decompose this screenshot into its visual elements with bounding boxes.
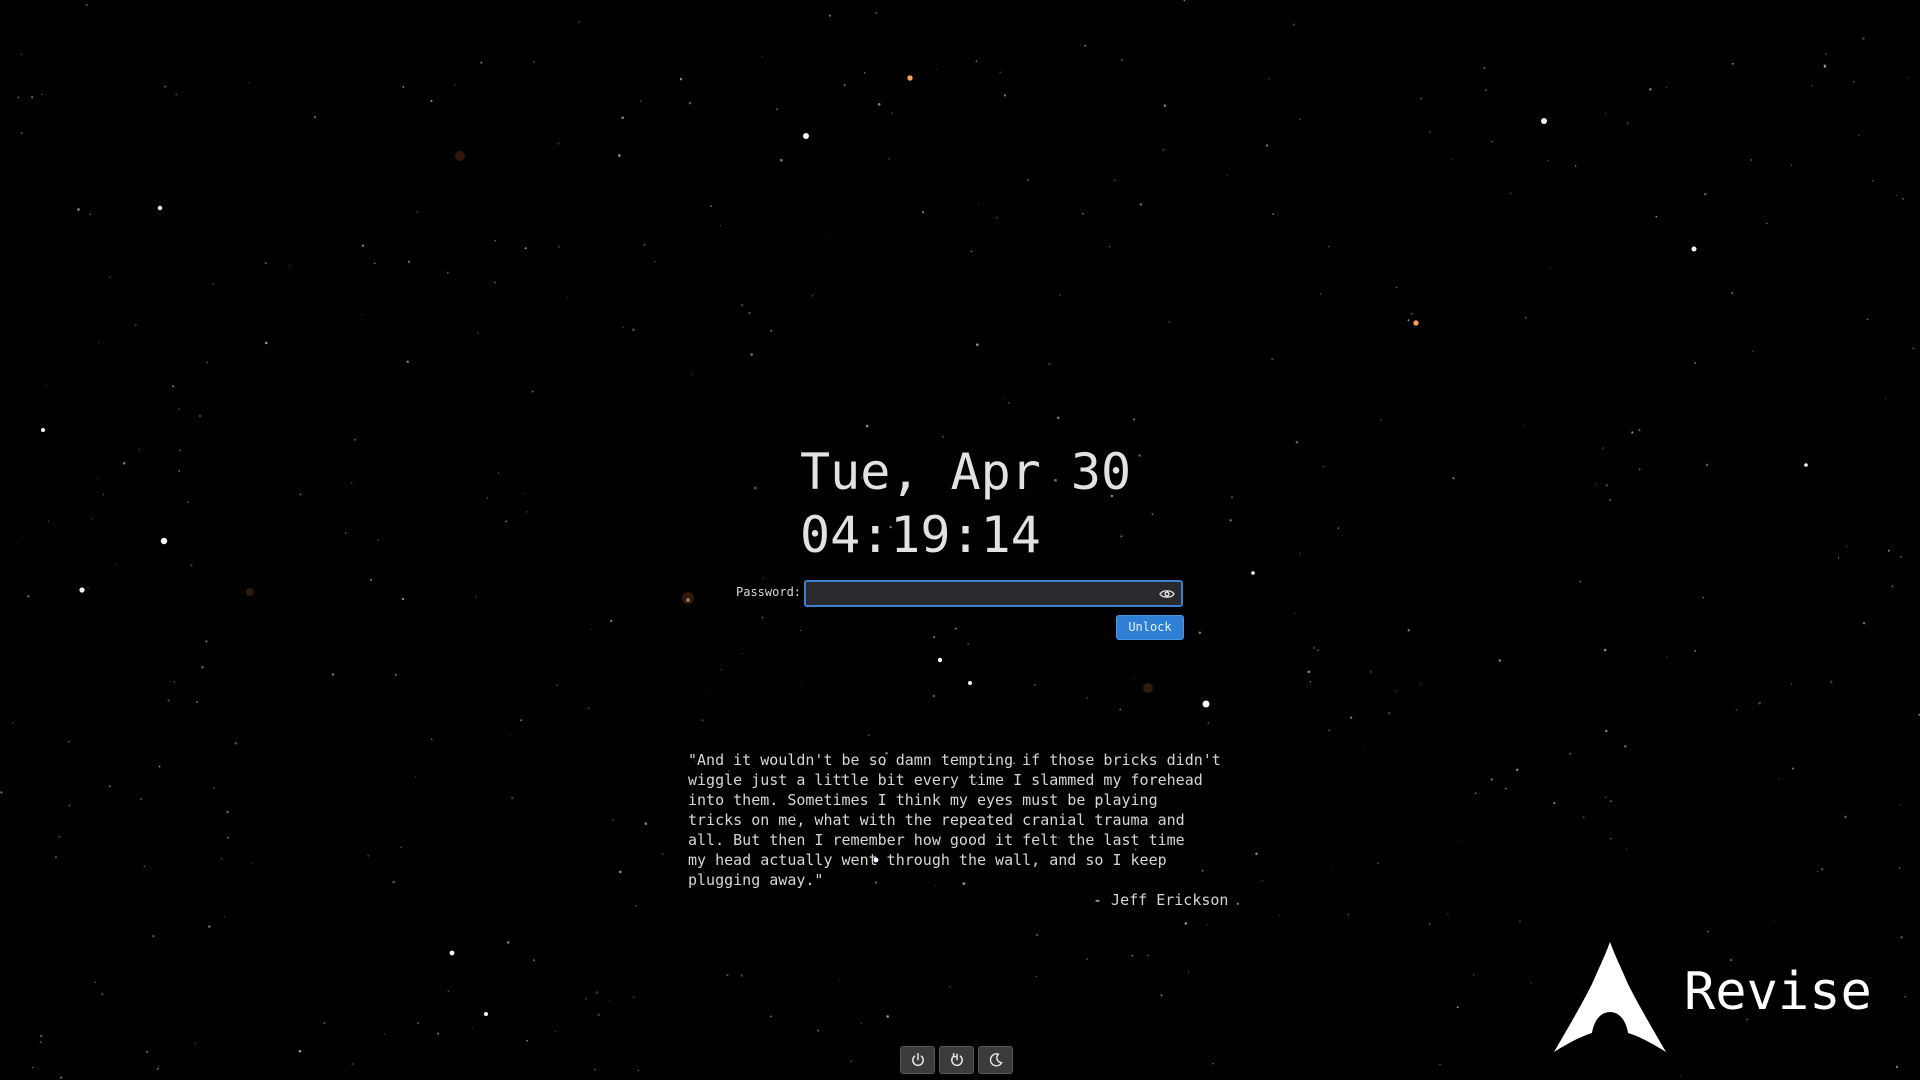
- quote-line: my head actually went through the wall, …: [688, 851, 1167, 869]
- restart-icon: [950, 1052, 963, 1067]
- quote-text: "And it wouldn't be so damn tempting if …: [688, 750, 1248, 890]
- quote-line: into them. Sometimes I think my eyes mus…: [688, 791, 1158, 809]
- quote-line: all. But then I remember how good it fel…: [688, 831, 1185, 849]
- password-label: Password:: [736, 585, 802, 599]
- brand-name: Revise: [1684, 962, 1872, 1022]
- shutdown-button[interactable]: [900, 1046, 935, 1074]
- power-icon: [911, 1053, 924, 1067]
- eye-icon[interactable]: [1159, 586, 1175, 602]
- lock-screen: Tue, Apr 30 04:19:14 Password: Unlock "A…: [0, 0, 1920, 1080]
- date-display: Tue, Apr 30: [800, 443, 1132, 501]
- unlock-button[interactable]: Unlock: [1116, 615, 1184, 640]
- time-display: 04:19:14: [800, 506, 1041, 564]
- moon-icon: [989, 1053, 1002, 1067]
- quote-line: plugging away.": [688, 871, 824, 889]
- arch-logo-icon: [1554, 942, 1666, 1052]
- restart-button[interactable]: [939, 1046, 974, 1074]
- suspend-button[interactable]: [978, 1046, 1013, 1074]
- quote-author: - Jeff Erickson: [1093, 891, 1229, 909]
- power-bar: [900, 1046, 1013, 1076]
- password-input[interactable]: [810, 584, 1154, 605]
- quote-line: wiggle just a little bit every time I sl…: [688, 771, 1203, 789]
- quote-line: tricks on me, what with the repeated cra…: [688, 811, 1185, 829]
- password-field[interactable]: [804, 580, 1183, 607]
- quote-line: "And it wouldn't be so damn tempting if …: [688, 751, 1221, 769]
